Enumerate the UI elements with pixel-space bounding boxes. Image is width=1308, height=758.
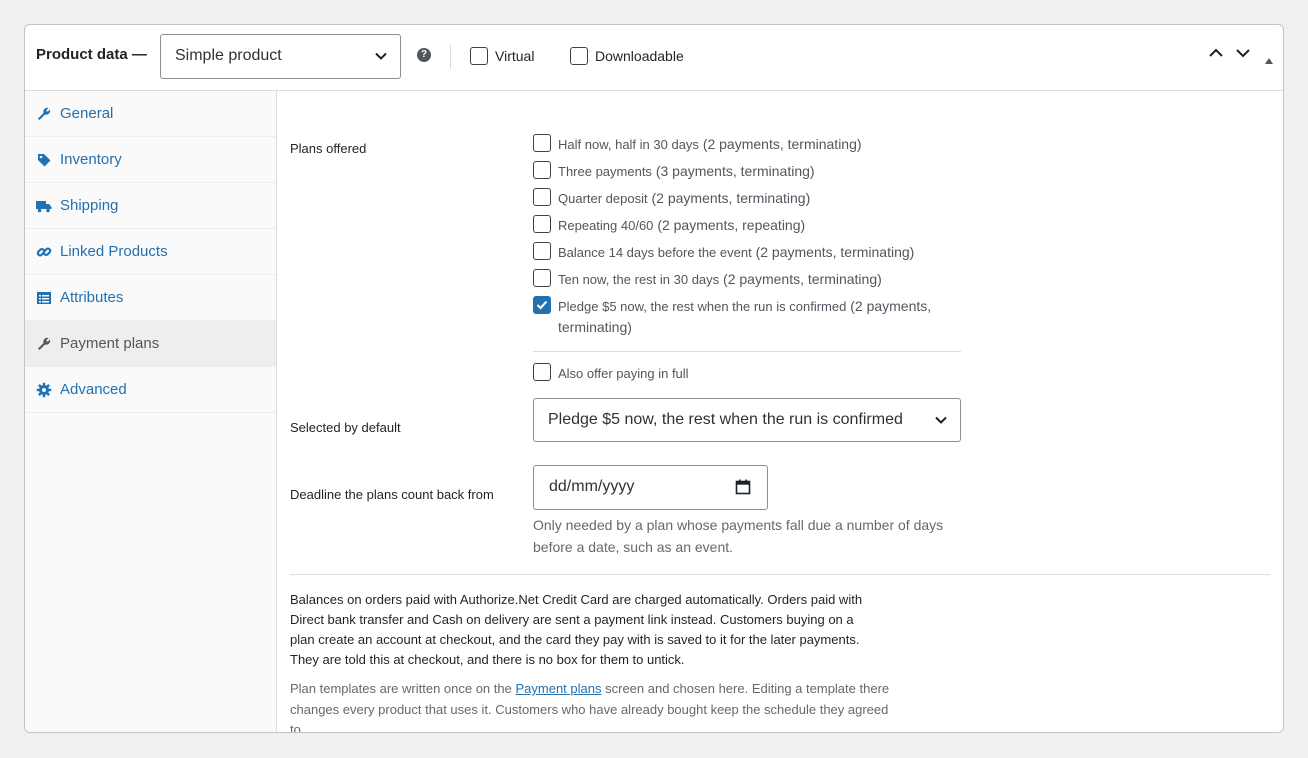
collapse-toggle-icon[interactable]	[1264, 52, 1274, 70]
chevron-down-icon	[934, 413, 948, 432]
default-plan-label: Selected by default	[290, 420, 401, 435]
product-type-value: Simple product	[175, 47, 282, 64]
notes-divider	[290, 574, 1270, 575]
plan-checkbox[interactable]	[533, 215, 551, 233]
plan-checkbox[interactable]	[533, 134, 551, 152]
tab-general[interactable]: General	[25, 91, 276, 137]
downloadable-checkbox[interactable]	[570, 47, 588, 65]
payment-plans-panel: Plans offered Half now, half in 30 days …	[278, 91, 1283, 732]
tab-inventory[interactable]: Inventory	[25, 137, 276, 183]
virtual-checkbox[interactable]	[470, 47, 488, 65]
date-placeholder: dd/mm/yyyy	[549, 478, 635, 495]
tab-attributes[interactable]: Attributes	[25, 275, 276, 321]
deadline-description: Only needed by a plan whose payments fal…	[533, 517, 944, 555]
link-icon	[36, 244, 52, 260]
plan-option-text: Balance 14 days before the event (2 paym…	[558, 244, 915, 260]
plan-checkbox[interactable]	[533, 188, 551, 206]
plan-option-text: Half now, half in 30 days (2 payments, t…	[558, 136, 862, 152]
plan-checkbox[interactable]	[533, 161, 551, 179]
gear-icon	[36, 382, 52, 398]
plan-option-text: Quarter deposit (2 payments, terminating…	[558, 190, 811, 206]
checkmark-icon	[536, 300, 548, 310]
pay-in-full-label: Also offer paying in full	[558, 366, 689, 381]
payment-plans-link[interactable]: Payment plans	[515, 681, 601, 696]
tab-payment-plans[interactable]: Payment plans	[25, 321, 276, 367]
plans-divider	[533, 351, 961, 352]
deadline-date-input[interactable]: dd/mm/yyyy	[533, 465, 768, 510]
templates-note: Plan templates are written once on the P…	[290, 681, 890, 733]
wrench-icon	[36, 106, 52, 122]
list-icon	[36, 290, 52, 306]
tab-label: General	[60, 105, 114, 122]
product-data-header: Product data — Simple product ? Virtual …	[25, 25, 1283, 91]
chevron-down-icon	[374, 49, 388, 68]
panel-title: Product data —	[36, 46, 147, 63]
plan-checkbox[interactable]	[533, 269, 551, 287]
virtual-label: Virtual	[495, 48, 535, 64]
move-up-icon[interactable]	[1208, 45, 1224, 66]
tag-icon	[36, 152, 52, 168]
product-type-select[interactable]: Simple product	[160, 34, 401, 79]
tab-label: Inventory	[60, 151, 122, 168]
plans-offered-label: Plans offered	[290, 141, 367, 156]
product-data-panel: Product data — Simple product ? Virtual …	[24, 24, 1284, 733]
calendar-icon[interactable]	[735, 479, 751, 500]
plan-option-text: Ten now, the rest in 30 days (2 payments…	[558, 271, 882, 287]
plan-checkbox[interactable]	[533, 242, 551, 260]
tab-label: Attributes	[60, 289, 124, 306]
default-plan-value: Pledge $5 now, the rest when the run is …	[548, 411, 903, 428]
product-data-tabs: General Inventory Shipping Linked Produc…	[25, 91, 277, 732]
default-plan-select[interactable]: Pledge $5 now, the rest when the run is …	[533, 398, 961, 442]
downloadable-label: Downloadable	[595, 48, 684, 64]
move-down-icon[interactable]	[1235, 45, 1251, 66]
plan-option-text: Pledge $5 now, the rest when the run is …	[558, 298, 932, 335]
tab-advanced[interactable]: Advanced	[25, 367, 276, 413]
question-circle-icon[interactable]: ?	[417, 48, 431, 62]
deadline-label: Deadline the plans count back from	[290, 487, 494, 502]
tab-shipping[interactable]: Shipping	[25, 183, 276, 229]
plan-option-text: Repeating 40/60 (2 payments, repeating)	[558, 217, 806, 233]
tab-linked-products[interactable]: Linked Products	[25, 229, 276, 275]
tab-label: Advanced	[60, 381, 127, 398]
header-divider	[450, 45, 451, 69]
tab-label: Shipping	[60, 197, 119, 214]
wrench-icon	[36, 336, 52, 352]
gateway-note: Balances on orders paid with Authorize.N…	[290, 592, 863, 667]
pay-in-full-checkbox[interactable]	[533, 363, 551, 381]
tab-label: Linked Products	[60, 243, 168, 260]
tab-label: Payment plans	[60, 335, 160, 352]
plan-checkbox-checked[interactable]	[533, 296, 551, 314]
truck-icon	[36, 198, 52, 214]
plan-option-text: Three payments (3 payments, terminating)	[558, 163, 815, 179]
